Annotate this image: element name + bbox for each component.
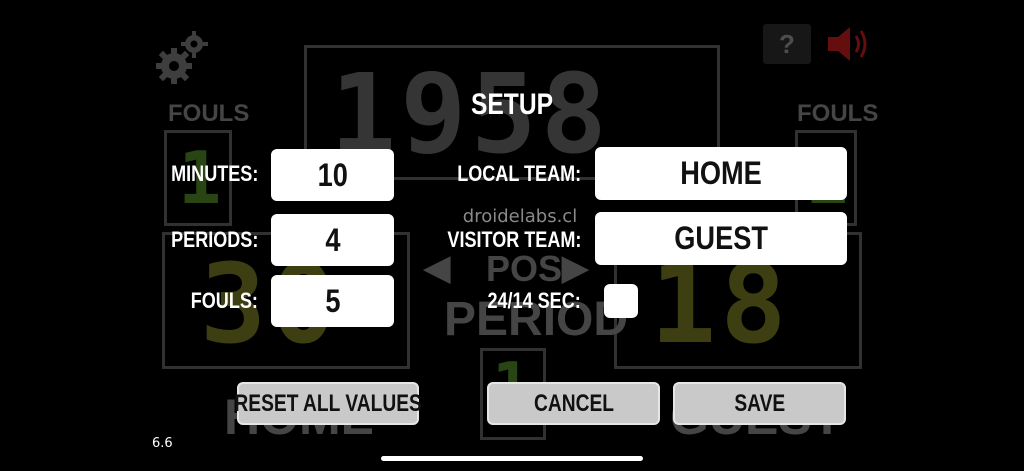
version-label: 6.6: [152, 436, 173, 451]
minutes-value: 10: [317, 156, 348, 193]
possession-right-arrow: ▶: [562, 249, 589, 287]
local-team-label: LOCAL TEAM:: [457, 161, 581, 186]
reset-button-label: RESET ALL VALUES: [234, 389, 422, 417]
watermark: droidelabs.cl: [462, 206, 578, 227]
possession-label: POS: [486, 248, 563, 289]
fouls-field[interactable]: 5: [271, 275, 394, 327]
local-team-value: HOME: [680, 155, 762, 191]
periods-field[interactable]: 4: [271, 214, 394, 266]
possession-left-arrow: ◀: [424, 249, 451, 287]
setup-title: SETUP: [470, 88, 554, 121]
home-indicator[interactable]: [381, 456, 643, 461]
speaker-icon[interactable]: [826, 24, 872, 64]
periods-label: PERIODS:: [170, 227, 258, 252]
visitor-team-label: VISITOR TEAM:: [447, 227, 581, 252]
fouls-value: 5: [324, 282, 341, 319]
question-icon[interactable]: ?: [763, 24, 811, 64]
minutes-field[interactable]: 10: [271, 149, 394, 201]
local-team-field[interactable]: HOME: [595, 147, 847, 200]
save-button[interactable]: SAVE: [673, 382, 846, 425]
reset-all-values-button[interactable]: RESET ALL VALUES: [234, 382, 422, 425]
minutes-label: MINUTES:: [170, 161, 258, 186]
periods-value: 4: [324, 221, 341, 258]
shot-clock-label: 24/14 SEC:: [487, 288, 581, 313]
cancel-button[interactable]: CANCEL: [487, 382, 660, 425]
cancel-button-label: CANCEL: [533, 389, 614, 417]
gear-icon[interactable]: [152, 28, 210, 86]
visitor-team-field[interactable]: GUEST: [595, 212, 847, 265]
visitor-team-value: GUEST: [674, 220, 768, 256]
save-button-label: SAVE: [734, 389, 785, 417]
shot-clock-checkbox[interactable]: [604, 284, 638, 318]
fouls-label: FOULS:: [190, 288, 258, 313]
